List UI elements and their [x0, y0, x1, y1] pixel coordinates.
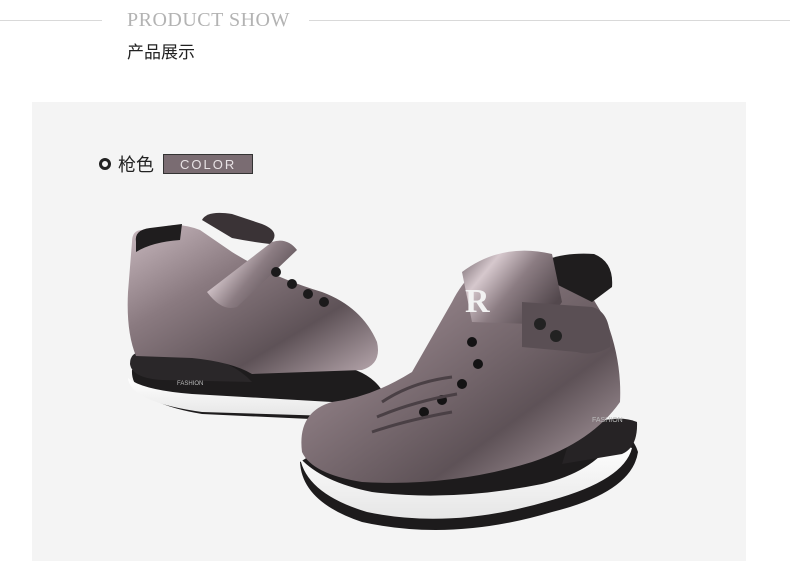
color-option: 枪色 COLOR [99, 152, 254, 176]
header-rule-left [0, 20, 102, 21]
logo-letter: R [465, 283, 490, 320]
radio-ring-icon [99, 158, 111, 170]
left-sneaker: FASHION [127, 212, 384, 420]
svg-text:FASHION: FASHION [177, 381, 203, 387]
brand-text: FASHION [592, 417, 623, 424]
color-badge: COLOR [163, 154, 254, 174]
section-title-en: PRODUCT SHOW [127, 9, 290, 31]
header-rule-right [309, 20, 790, 21]
product-photo-panel: FASHION R FASHION 枪色 COLOR [32, 102, 746, 561]
section-title-cn: 产品展示 [127, 43, 195, 63]
color-name: 枪色 [118, 155, 154, 176]
